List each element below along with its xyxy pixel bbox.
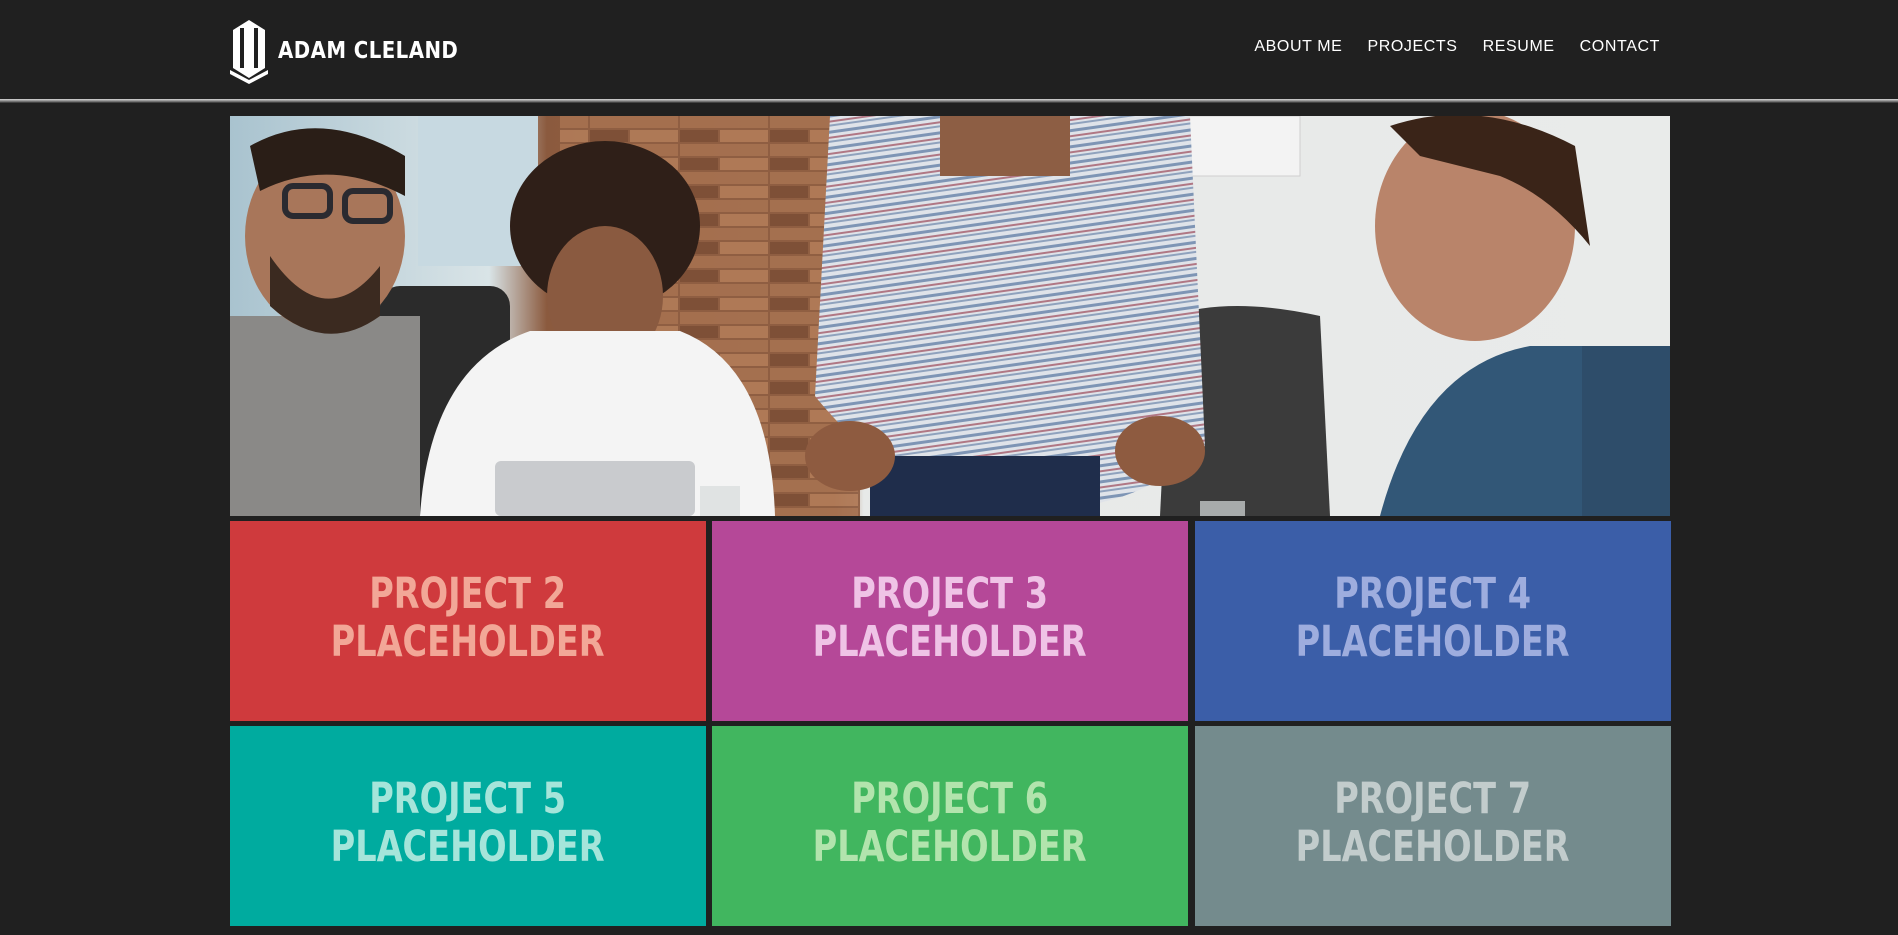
main-nav: ABOUT ME PROJECTS RESUME CONTACT (1254, 38, 1660, 56)
nav-about-me[interactable]: ABOUT ME (1254, 38, 1342, 56)
project-4-tile[interactable]: PROJECT 4 PLACEHOLDER (1195, 521, 1671, 721)
hero-image (230, 116, 1670, 516)
brand-name: ADAM CLELAND (278, 38, 459, 64)
logo-mark-icon (230, 20, 268, 84)
project-3-label: PROJECT 3 PLACEHOLDER (813, 569, 1087, 667)
header-divider (0, 99, 1898, 103)
logo-link[interactable]: ADAM CLELAND (230, 18, 488, 84)
project-5-label: PROJECT 5 PLACEHOLDER (331, 774, 605, 872)
project-6-tile[interactable]: PROJECT 6 PLACEHOLDER (712, 726, 1188, 926)
project-2-label: PROJECT 2 PLACEHOLDER (331, 569, 605, 667)
site-header: ADAM CLELAND ABOUT ME PROJECTS RESUME CO… (0, 0, 1898, 99)
nav-resume[interactable]: RESUME (1483, 38, 1555, 56)
project-2-tile[interactable]: PROJECT 2 PLACEHOLDER (230, 521, 706, 721)
project-3-tile[interactable]: PROJECT 3 PLACEHOLDER (712, 521, 1188, 721)
nav-projects[interactable]: PROJECTS (1367, 38, 1457, 56)
project-7-label: PROJECT 7 PLACEHOLDER (1296, 774, 1570, 872)
project-4-label: PROJECT 4 PLACEHOLDER (1296, 569, 1570, 667)
project-6-label: PROJECT 6 PLACEHOLDER (813, 774, 1087, 872)
nav-contact[interactable]: CONTACT (1580, 38, 1660, 56)
project-5-tile[interactable]: PROJECT 5 PLACEHOLDER (230, 726, 706, 926)
project-7-tile[interactable]: PROJECT 7 PLACEHOLDER (1195, 726, 1671, 926)
